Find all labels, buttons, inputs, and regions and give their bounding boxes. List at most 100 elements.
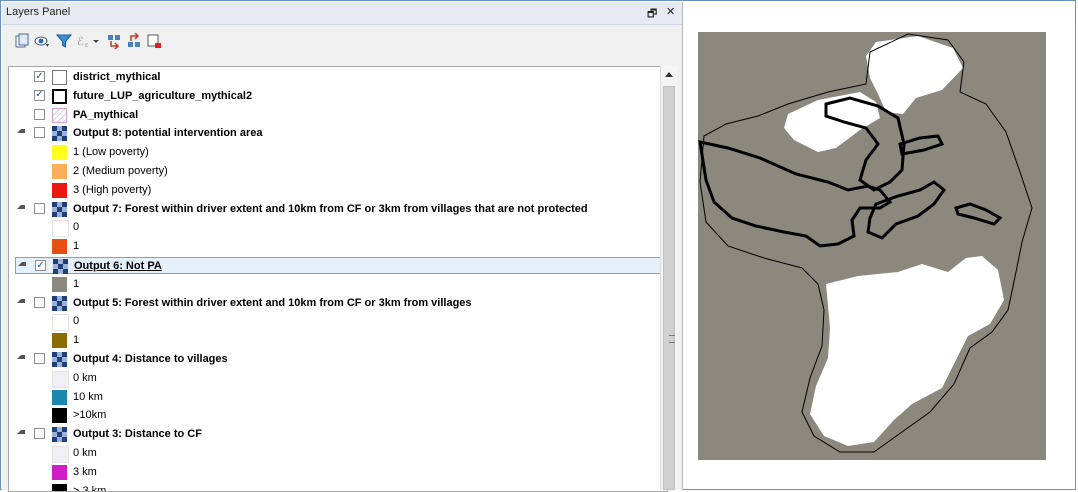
layer-visibility-checkbox[interactable]: ✓	[34, 71, 45, 82]
svg-text:ε: ε	[85, 42, 88, 49]
panel-title: Layers Panel	[6, 6, 71, 18]
filter-legend-icon[interactable]	[56, 33, 72, 49]
layer-name: Output 7: Forest within driver extent an…	[73, 202, 588, 215]
layer-name: Output 4: Distance to villages	[73, 353, 228, 365]
layer-visibility-checkbox[interactable]: ✓	[34, 89, 45, 101]
legend-item: 3 km	[9, 464, 659, 481]
svg-text:ℰ: ℰ	[77, 35, 84, 48]
collapse-all-icon[interactable]	[126, 33, 142, 49]
panel-title-bar[interactable]: Layers Panel 🗗 ✕	[2, 2, 682, 25]
legend-item: 0	[9, 313, 659, 332]
layer-name: PA_mythical	[73, 108, 139, 121]
layer-visibility-checkbox[interactable]	[34, 202, 45, 214]
layer-visibility-checkbox[interactable]	[34, 127, 45, 139]
legend-label: 10 km	[73, 390, 103, 403]
layers-toolbar: ℰε	[2, 25, 682, 55]
legend-label: 0 km	[73, 447, 97, 459]
legend-swatch	[52, 239, 67, 255]
legend-item: 1	[9, 276, 659, 293]
legend-swatch	[52, 164, 67, 179]
layer-visibility-checkbox[interactable]	[34, 108, 45, 120]
filter-expression-icon[interactable]: ℰε	[76, 33, 92, 49]
raster-layer-icon	[52, 427, 67, 443]
filter-dropdown-icon[interactable]	[92, 33, 100, 49]
legend-label: 3 (High poverty)	[73, 183, 152, 196]
raster-layer-icon	[52, 201, 67, 217]
manage-map-themes-icon[interactable]	[34, 33, 50, 49]
legend-swatch	[52, 446, 69, 463]
hatched-pink-symbol-icon	[52, 107, 67, 123]
map-view	[698, 32, 1046, 460]
expand-arrow-icon[interactable]	[17, 355, 25, 359]
layer-row[interactable]: Output 3: Distance to CF	[9, 426, 659, 443]
layer-row[interactable]: Output 5: Forest within driver extent an…	[9, 295, 659, 312]
legend-swatch	[52, 370, 69, 388]
scrollbar-thumb[interactable]	[663, 86, 675, 490]
legend-item: 1	[9, 238, 659, 255]
raster-layer-icon	[52, 126, 67, 142]
legend-item: 0 km	[9, 445, 659, 463]
legend-label: 1	[73, 277, 80, 290]
float-panel-icon[interactable]: 🗗	[647, 5, 657, 24]
raster-layer-icon	[52, 295, 67, 311]
layer-name: future_LUP_agriculture_mythical2	[73, 89, 253, 102]
layer-tree[interactable]: ✓ district_mythical ✓ future_LUP_agricultur…	[8, 66, 668, 492]
white-fill-symbol-icon	[52, 70, 67, 85]
legend-swatch	[52, 276, 67, 292]
legend-label: 1	[73, 334, 80, 347]
legend-label: 0	[73, 221, 80, 234]
legend-swatch	[52, 483, 67, 491]
expand-all-icon[interactable]	[106, 33, 122, 49]
expand-arrow-icon[interactable]	[17, 204, 25, 209]
layer-row[interactable]: ✓ future_LUP_agriculture_mythical2	[9, 88, 659, 105]
open-layer-styling-icon[interactable]	[14, 33, 30, 49]
legend-item: 0 km	[9, 370, 659, 388]
layer-row[interactable]: Output 7: Forest within driver extent an…	[9, 201, 659, 218]
layer-name: Output 3: Distance to CF	[73, 428, 202, 441]
legend-swatch	[52, 145, 67, 161]
expand-arrow-icon[interactable]	[17, 129, 25, 134]
legend-swatch	[52, 464, 67, 480]
close-panel-icon[interactable]: ✕	[666, 5, 675, 18]
layer-visibility-checkbox[interactable]	[34, 296, 45, 308]
layer-row[interactable]: Output 4: Distance to villages	[9, 351, 659, 368]
legend-item: 2 (Medium poverty)	[9, 163, 659, 180]
layer-row[interactable]: PA_mythical	[9, 107, 659, 124]
expand-arrow-icon[interactable]	[18, 262, 26, 266]
legend-label: 2 (Medium poverty)	[73, 165, 168, 177]
legend-swatch	[52, 314, 69, 332]
legend-swatch	[52, 220, 69, 238]
scroll-up-icon[interactable]	[665, 72, 673, 77]
scrollbar-grip	[669, 335, 675, 343]
raster-layer-icon	[52, 352, 67, 367]
layer-name: Output 6: Not PA	[74, 260, 162, 272]
expand-arrow-icon[interactable]	[17, 298, 25, 303]
legend-label: 1	[73, 240, 80, 253]
legend-item: 0	[9, 219, 659, 238]
layer-row[interactable]: ✓ Output 6: Not PA	[15, 257, 661, 274]
layers-panel: Layers Panel 🗗 ✕ ℰε ✓ district_mythical ✓ f…	[2, 2, 683, 492]
layer-visibility-checkbox[interactable]: ✓	[35, 260, 46, 271]
layer-visibility-checkbox[interactable]	[34, 353, 45, 364]
layer-tree-scrollbar[interactable]	[660, 66, 678, 490]
layer-row[interactable]: Output 8: potential intervention area	[9, 125, 659, 142]
legend-swatch	[52, 333, 67, 349]
legend-item: 1 (Low poverty)	[9, 144, 659, 161]
legend-swatch	[52, 389, 67, 405]
legend-item: 3 (High poverty)	[9, 182, 659, 199]
legend-item: >10km	[9, 407, 659, 424]
legend-item: > 3 km	[9, 483, 659, 492]
raster-layer-icon	[53, 259, 68, 274]
layer-row[interactable]: ✓ district_mythical	[9, 69, 659, 86]
layer-visibility-checkbox[interactable]	[34, 428, 45, 440]
remove-layer-icon[interactable]	[146, 33, 162, 49]
legend-item: 1	[9, 332, 659, 349]
legend-label: > 3 km	[73, 484, 107, 492]
legend-swatch	[52, 408, 67, 424]
legend-label: 0	[73, 315, 80, 328]
map-canvas[interactable]	[698, 32, 1046, 460]
expand-arrow-icon[interactable]	[17, 430, 25, 435]
legend-label: 1 (Low poverty)	[73, 146, 149, 159]
legend-item: 10 km	[9, 389, 659, 406]
layer-name: district_mythical	[73, 71, 161, 83]
